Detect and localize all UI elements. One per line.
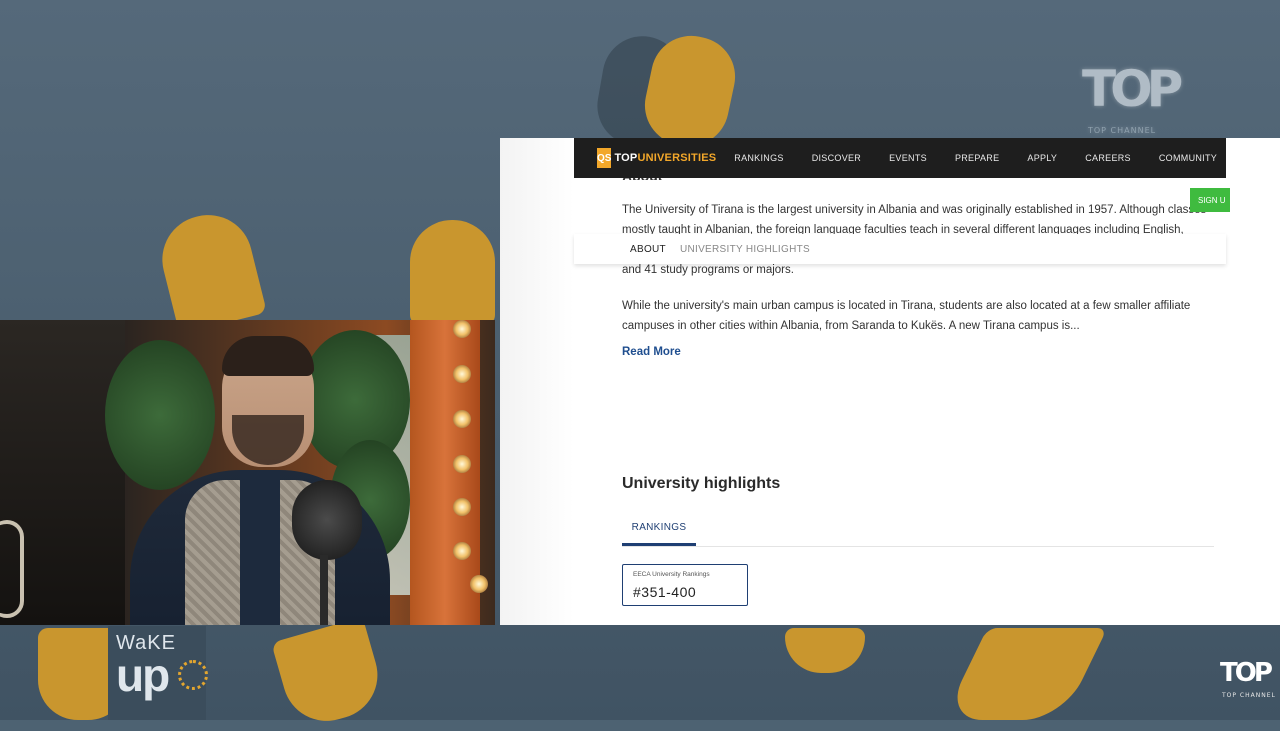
site-brand[interactable]: TOPUNIVERSITIES bbox=[614, 152, 716, 164]
plant bbox=[105, 340, 215, 490]
presenter-hair bbox=[222, 336, 314, 376]
channel-logo-text: TOP bbox=[1082, 60, 1183, 118]
signup-button[interactable]: SIGN U bbox=[1190, 188, 1230, 212]
light-bulb bbox=[453, 410, 471, 428]
highlights-title: University highlights bbox=[622, 475, 781, 492]
website-screenshot: About The University of Tirana is the la… bbox=[500, 138, 1280, 625]
section-subnav: ABOUT UNIVERSITY HIGHLIGHTS bbox=[574, 234, 1226, 264]
nav-careers[interactable]: CAREERS bbox=[1085, 153, 1131, 163]
nav-events[interactable]: EVENTS bbox=[889, 153, 927, 163]
paragraph-line: The University of Tirana is the largest … bbox=[622, 204, 1207, 216]
screen-edge bbox=[500, 138, 574, 625]
channel-logo-subtext: TOP CHANNEL bbox=[1088, 126, 1157, 135]
tab-rankings[interactable]: RANKINGS bbox=[622, 510, 696, 546]
ranking-card[interactable]: EECA University Rankings #351-400 bbox=[622, 564, 748, 606]
channel-logo-small-text: TOP bbox=[1220, 658, 1273, 688]
nav-menu: RANKINGS DISCOVER EVENTS PREPARE APPLY C… bbox=[734, 153, 1245, 163]
channel-logo: TOP TOP CHANNEL bbox=[1082, 60, 1186, 135]
nav-rankings[interactable]: RANKINGS bbox=[734, 153, 783, 163]
show-logo-line2: up bbox=[116, 649, 170, 701]
site-navbar: QS TOPUNIVERSITIES RANKINGS DISCOVER EVE… bbox=[574, 138, 1226, 178]
microphone bbox=[292, 480, 362, 560]
qs-logo-badge[interactable]: QS bbox=[597, 148, 612, 168]
subnav-about[interactable]: ABOUT bbox=[630, 244, 666, 255]
light-wall bbox=[410, 320, 488, 625]
light-bulb bbox=[453, 455, 471, 473]
about-paragraph-2: While the university's main urban campus… bbox=[622, 296, 1222, 336]
light-bulb bbox=[470, 575, 488, 593]
presenter-shirt bbox=[240, 470, 280, 625]
highlights-tabs: RANKINGS bbox=[622, 510, 1214, 547]
channel-logo-small: TOP TOP CHANNEL bbox=[1220, 658, 1276, 702]
read-more-link[interactable]: Read More bbox=[622, 346, 681, 358]
paragraph-line: While the university's main urban campus… bbox=[622, 300, 1191, 312]
sun-icon bbox=[178, 660, 208, 690]
ranking-value: #351-400 bbox=[633, 584, 697, 600]
light-bulb bbox=[453, 498, 471, 516]
light-bulb bbox=[453, 320, 471, 338]
channel-logo-small-subtext: TOP CHANNEL bbox=[1222, 692, 1276, 699]
nav-prepare[interactable]: PREPARE bbox=[955, 153, 999, 163]
subnav-university-highlights[interactable]: UNIVERSITY HIGHLIGHTS bbox=[680, 244, 810, 255]
studio-camera-feed bbox=[0, 320, 495, 625]
light-bulb bbox=[453, 365, 471, 383]
nav-community[interactable]: COMMUNITY bbox=[1159, 153, 1217, 163]
brand-part-1: TOP bbox=[614, 152, 638, 164]
brand-part-2: UNIVERSITIES bbox=[637, 152, 717, 164]
paragraph-line: campuses in other cities within Albania,… bbox=[622, 320, 1080, 332]
microphone-ring bbox=[0, 520, 24, 618]
nav-apply[interactable]: APPLY bbox=[1027, 153, 1057, 163]
light-bulb bbox=[453, 542, 471, 560]
microphone-arm bbox=[320, 555, 328, 625]
decor-shape bbox=[410, 220, 495, 325]
show-logo: WaKE up bbox=[108, 626, 208, 720]
nav-discover[interactable]: DISCOVER bbox=[812, 153, 861, 163]
ranking-label: EECA University Rankings bbox=[633, 571, 710, 578]
